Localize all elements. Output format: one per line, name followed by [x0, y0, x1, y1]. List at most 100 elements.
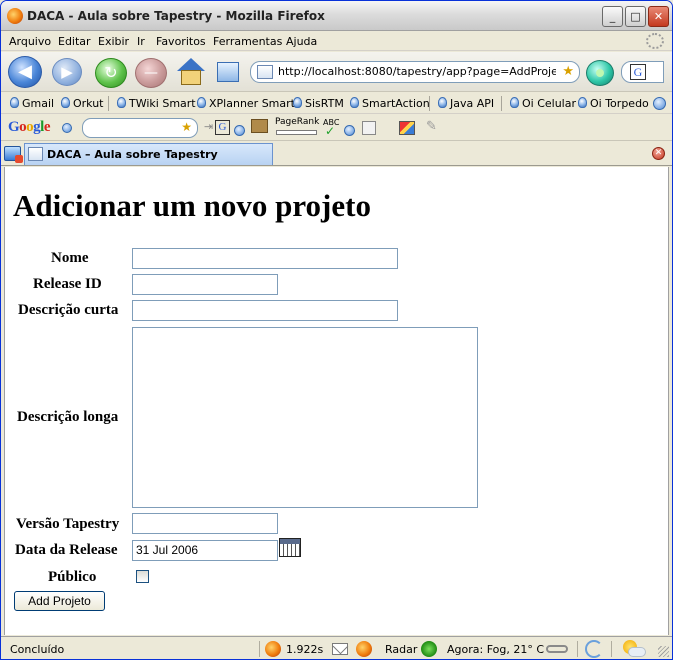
- bookmark-label: SisRTM: [305, 97, 344, 110]
- bookmark-xplanner-smart[interactable]: XPlanner Smart: [197, 97, 295, 110]
- bookmarks-toolbar: Gmail Orkut TWiki Smart XPlanner Smart S…: [1, 93, 672, 114]
- dropdown-icon[interactable]: [234, 125, 245, 136]
- close-tab-button[interactable]: ✕: [652, 147, 665, 160]
- bookmark-twiki-smart[interactable]: TWiki Smart: [117, 97, 196, 110]
- pagerank-label: PageRank: [275, 117, 320, 127]
- nome-label: Nome: [51, 250, 89, 266]
- bookmark-label: Oi Celular: [522, 97, 577, 110]
- bookmark-icon: [350, 97, 359, 108]
- bookmark-star-icon[interactable]: ★: [562, 64, 574, 79]
- google-engine-icon[interactable]: G: [630, 64, 646, 80]
- browser-window: DACA - Aula sobre Tapestry - Mozilla Fir…: [0, 0, 673, 660]
- bookmarks-more-icon[interactable]: [653, 97, 666, 110]
- navigation-toolbar: ◀ ▶ ↻ — http://localhost:8080/tapestry/a…: [1, 52, 672, 92]
- publico-checkbox[interactable]: [136, 570, 149, 583]
- versao-tapestry-input[interactable]: [132, 513, 278, 534]
- menu-editar[interactable]: Editar: [58, 35, 91, 48]
- google-search-icon[interactable]: G: [215, 120, 230, 135]
- descricao-longa-label: Descrição longa: [17, 409, 119, 425]
- rss-icon[interactable]: [362, 121, 376, 135]
- radar-icon[interactable]: [421, 641, 437, 657]
- bookmark-icon: [578, 97, 587, 108]
- bookmark-separator: [501, 96, 502, 111]
- tab-daca-tapestry[interactable]: DACA – Aula sobre Tapestry: [24, 143, 273, 165]
- google-logo[interactable]: Google: [8, 119, 51, 136]
- forward-button[interactable]: ▶: [52, 58, 82, 86]
- go-to-page-icon[interactable]: [217, 62, 239, 82]
- add-projeto-button[interactable]: Add Projeto: [14, 591, 105, 611]
- status-separator: [577, 641, 578, 657]
- go-button[interactable]: [586, 60, 614, 86]
- weather-icon[interactable]: [619, 640, 647, 658]
- separator-arrow-icon: ⇥: [204, 120, 214, 133]
- release-id-label: Release ID: [33, 276, 102, 292]
- menu-ajuda[interactable]: Ajuda: [286, 35, 317, 48]
- data-release-label: Data da Release: [15, 542, 118, 558]
- bookmark-sisrtm[interactable]: SisRTM: [293, 97, 344, 110]
- bookmark-label: Java API: [450, 97, 495, 110]
- swirl-icon[interactable]: [585, 640, 603, 658]
- highlighter-icon[interactable]: ✎: [426, 119, 437, 134]
- spellcheck-icon[interactable]: ✓: [325, 124, 335, 138]
- versao-tapestry-label: Versão Tapestry: [16, 516, 120, 532]
- popup-blocker-icon[interactable]: [251, 119, 268, 133]
- autofill-icon[interactable]: [399, 121, 415, 135]
- bookmark-java-api[interactable]: Java API: [438, 97, 494, 110]
- google-search-input[interactable]: ★: [82, 118, 198, 138]
- descricao-curta-label: Descrição curta: [18, 302, 119, 318]
- menu-arquivo[interactable]: Arquivo: [9, 35, 51, 48]
- bookmark-separator: [429, 96, 430, 111]
- url-field[interactable]: http://localhost:8080/tapestry/app?page=…: [278, 65, 556, 78]
- minimize-button[interactable]: _: [602, 6, 623, 27]
- title-bar: DACA - Aula sobre Tapestry - Mozilla Fir…: [1, 1, 672, 31]
- menu-ferramentas[interactable]: Ferramentas: [213, 35, 282, 48]
- reload-button[interactable]: ↻: [95, 58, 127, 88]
- google-toolbar: Google ★ ⇥ G PageRank ABC ✓ ✎: [1, 115, 672, 141]
- google-menu-dropdown-icon[interactable]: [62, 123, 72, 133]
- calendar-icon[interactable]: [279, 538, 301, 557]
- bookmark-oi-torpedo[interactable]: Oi Torpedo: [578, 97, 649, 110]
- menu-ir[interactable]: Ir: [137, 35, 145, 48]
- maximize-button[interactable]: □: [625, 6, 646, 27]
- firefox-status-icon[interactable]: [265, 641, 281, 657]
- home-button[interactable]: [176, 58, 206, 86]
- back-button[interactable]: ◀: [8, 56, 42, 88]
- status-bar: Concluído 1.922s Radar Agora: Fog, 21° C: [1, 636, 672, 659]
- spellcheck-dropdown-icon[interactable]: [344, 125, 355, 136]
- close-window-button[interactable]: ✕: [648, 6, 669, 27]
- radar-label[interactable]: Radar: [385, 643, 417, 656]
- descricao-curta-input[interactable]: [132, 300, 398, 321]
- search-box[interactable]: G: [621, 61, 664, 83]
- bookmark-label: SmartAction: [362, 97, 430, 110]
- data-release-input[interactable]: 31 Jul 2006: [132, 540, 278, 561]
- window-title: DACA - Aula sobre Tapestry - Mozilla Fir…: [27, 9, 325, 23]
- bookmark-icon: [10, 97, 19, 108]
- bookmark-icon: [293, 97, 302, 108]
- publico-label: Público: [48, 569, 97, 585]
- bookmark-icon: [510, 97, 519, 108]
- search-star-icon[interactable]: ★: [181, 120, 192, 134]
- bookmark-label: Orkut: [73, 97, 104, 110]
- status-text: Concluído: [10, 643, 65, 656]
- bookmark-gmail[interactable]: Gmail: [10, 97, 54, 110]
- menu-favoritos[interactable]: Favoritos: [156, 35, 206, 48]
- bookmark-oi-celular[interactable]: Oi Celular: [510, 97, 576, 110]
- bookmark-smartaction[interactable]: SmartAction: [350, 97, 430, 110]
- bookmark-orkut[interactable]: Orkut: [61, 97, 104, 110]
- url-bar[interactable]: http://localhost:8080/tapestry/app?page=…: [250, 61, 580, 83]
- resize-grip-icon[interactable]: [658, 646, 669, 657]
- new-tab-icon[interactable]: [4, 146, 23, 163]
- bookmark-icon: [117, 97, 126, 108]
- bookmark-label: TWiki Smart: [129, 97, 196, 110]
- stop-button[interactable]: —: [135, 58, 167, 88]
- extension-icon[interactable]: [356, 641, 372, 657]
- glasses-icon[interactable]: [546, 645, 568, 653]
- mail-icon[interactable]: [332, 643, 348, 655]
- weather-text[interactable]: Agora: Fog, 21° C: [447, 643, 544, 656]
- menu-exibir[interactable]: Exibir: [98, 35, 129, 48]
- nome-input[interactable]: [132, 248, 398, 269]
- bookmark-label: Gmail: [22, 97, 55, 110]
- descricao-longa-textarea[interactable]: [132, 327, 478, 508]
- bookmark-separator: [108, 96, 109, 111]
- release-id-input[interactable]: [132, 274, 278, 295]
